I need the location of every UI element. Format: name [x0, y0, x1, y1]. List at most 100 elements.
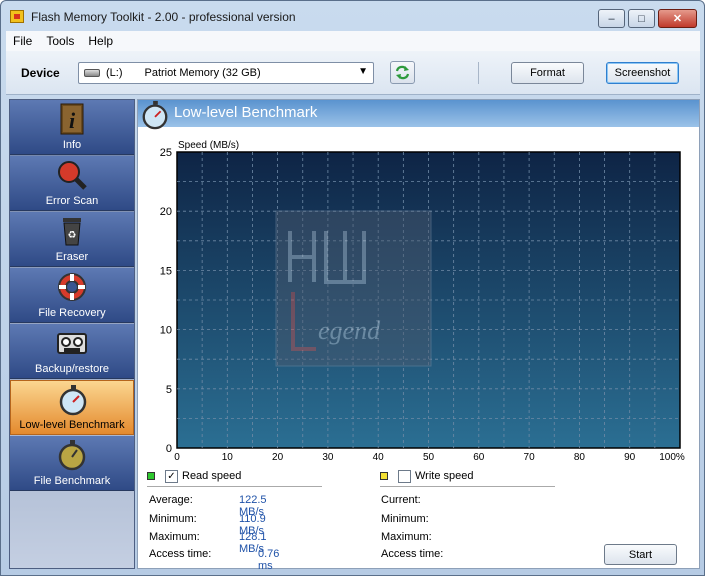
drive-letter: (L:): [106, 67, 123, 79]
divider: [380, 486, 555, 487]
sidebar-item-eraser[interactable]: ♻ Eraser: [10, 212, 134, 267]
write-color-swatch: [380, 472, 388, 480]
svg-text:i: i: [69, 108, 76, 133]
x-tick-label: 20: [272, 452, 284, 463]
menu-tools[interactable]: Tools: [39, 34, 81, 48]
device-label: Device: [21, 66, 60, 80]
menu-help[interactable]: Help: [81, 34, 120, 48]
drive-name: Patriot Memory (32 GB): [144, 67, 261, 79]
read-speed-legend: ✓ Read speed: [147, 468, 241, 484]
sidebar-item-label: Error Scan: [45, 195, 99, 207]
sidebar-item-label: File Recovery: [38, 307, 106, 319]
panel-header: Low-level Benchmark: [138, 100, 699, 130]
read-speed-label: Read speed: [182, 470, 242, 482]
watermark-logo: egend: [275, 210, 432, 367]
stat-label: Current:: [381, 494, 421, 506]
sidebar-item-info[interactable]: i Info: [10, 100, 134, 155]
x-tick-label: 10: [222, 452, 234, 463]
stat-label: Maximum:: [381, 531, 432, 543]
stopwatch-icon: [142, 100, 168, 130]
sidebar-item-label: Low-level Benchmark: [19, 419, 125, 431]
svg-text:♻: ♻: [68, 230, 77, 241]
toolbar-separator: [478, 62, 479, 84]
y-tick-label: 15: [160, 265, 172, 277]
usb-drive-icon: [84, 69, 100, 77]
format-button[interactable]: Format: [511, 62, 584, 84]
chevron-down-icon: ▼: [358, 66, 368, 77]
x-tick-label: 70: [524, 452, 536, 463]
device-select[interactable]: (L:) Patriot Memory (32 GB) ▼: [78, 62, 374, 84]
y-axis-label: Speed (MB/s): [178, 140, 239, 151]
window-title: Flash Memory Toolkit - 2.00 - profession…: [31, 10, 296, 24]
recycle-bin-icon: ♻: [63, 218, 81, 246]
read-access-time-row: Access time: 0.76 ms: [149, 548, 279, 572]
benchmark-panel: Low-level Benchmark 0 5 10 15 20 25 0 10 20 30 40 5…: [137, 99, 700, 572]
write-minimum-row: Minimum:: [381, 513, 429, 527]
stat-label: Minimum:: [381, 513, 429, 525]
stopwatch-icon: [59, 385, 87, 416]
x-tick-label: 90: [624, 452, 636, 463]
sidebar-item-label: Info: [62, 139, 82, 151]
x-tick-label: 40: [373, 452, 385, 463]
stat-label: Average:: [149, 494, 193, 506]
divider: [147, 486, 322, 487]
y-tick-label: 20: [160, 206, 172, 218]
stat-label: Maximum:: [149, 531, 200, 543]
magnifier-icon: [58, 161, 87, 190]
read-minimum-row: Minimum: 110.9 MB/s: [149, 513, 266, 537]
sidebar-item-label: File Benchmark: [33, 475, 111, 487]
write-access-time-row: Access time:: [381, 548, 443, 562]
title-bar: Flash Memory Toolkit - 2.00 - profession…: [1, 1, 704, 31]
tape-icon: [57, 333, 87, 354]
sidebar-item-error-scan[interactable]: Error Scan: [10, 156, 134, 211]
sidebar-item-low-level-benchmark[interactable]: Low-level Benchmark: [10, 380, 134, 435]
menu-bar: File Tools Help: [6, 31, 700, 51]
refresh-icon: [395, 65, 410, 80]
write-speed-label: Write speed: [415, 470, 474, 482]
speed-chart: 0 5 10 15 20 25 0 10 20 30 40 50 60 70 80 90 100% Speed …: [160, 140, 685, 463]
read-speed-checkbox[interactable]: ✓: [165, 469, 178, 483]
stat-label: Access time:: [381, 548, 444, 560]
x-tick-label: 60: [473, 452, 485, 463]
y-tick-label: 25: [160, 147, 172, 159]
menu-file[interactable]: File: [6, 34, 39, 48]
svg-text:egend: egend: [318, 316, 381, 345]
info-icon: i: [60, 103, 84, 135]
write-current-row: Current:: [381, 494, 421, 508]
x-tick-label: 0: [174, 452, 180, 463]
write-speed-legend: Write speed: [380, 468, 474, 484]
maximize-button[interactable]: □: [628, 9, 655, 28]
x-tick-label: 80: [574, 452, 586, 463]
x-tick-label: 50: [423, 452, 435, 463]
toolbar: Device (L:) Patriot Memory (32 GB) ▼ For…: [6, 51, 700, 95]
app-window: Flash Memory Toolkit - 2.00 - profession…: [0, 0, 705, 576]
sidebar-item-label: Backup/restore: [35, 363, 109, 375]
sidebar-item-backup-restore[interactable]: Backup/restore: [10, 324, 134, 379]
minimize-button[interactable]: –: [598, 9, 625, 28]
start-button[interactable]: Start: [604, 544, 677, 565]
read-access-time-value: 0.76 ms: [258, 548, 280, 572]
sidebar-item-file-recovery[interactable]: File Recovery: [10, 268, 134, 323]
x-tick-label: 100%: [659, 452, 685, 463]
read-maximum-row: Maximum: 128.1 MB/s: [149, 531, 267, 555]
app-icon: [10, 10, 24, 23]
screenshot-button[interactable]: Screenshot: [606, 62, 679, 84]
stat-label: Minimum:: [149, 513, 197, 525]
y-tick-label: 10: [160, 325, 172, 337]
write-maximum-row: Maximum:: [381, 531, 432, 545]
sidebar: i Info Error Scan ♻ Eraser File Recovery…: [9, 99, 135, 569]
life-ring-icon: [58, 273, 86, 301]
close-button[interactable]: ✕: [658, 9, 697, 28]
sidebar-item-file-benchmark[interactable]: File Benchmark: [10, 436, 134, 491]
read-average-row: Average: 122.5 MB/s: [149, 494, 267, 518]
y-tick-label: 0: [166, 443, 172, 455]
stat-label: Access time:: [149, 548, 212, 560]
refresh-button[interactable]: [390, 61, 415, 84]
write-speed-checkbox[interactable]: [398, 469, 411, 483]
read-color-swatch: [147, 472, 155, 480]
x-tick-label: 30: [322, 452, 334, 463]
stopwatch-icon: [58, 440, 86, 471]
panel-title: Low-level Benchmark: [174, 104, 318, 121]
y-tick-label: 5: [166, 384, 172, 396]
sidebar-item-label: Eraser: [55, 251, 89, 263]
